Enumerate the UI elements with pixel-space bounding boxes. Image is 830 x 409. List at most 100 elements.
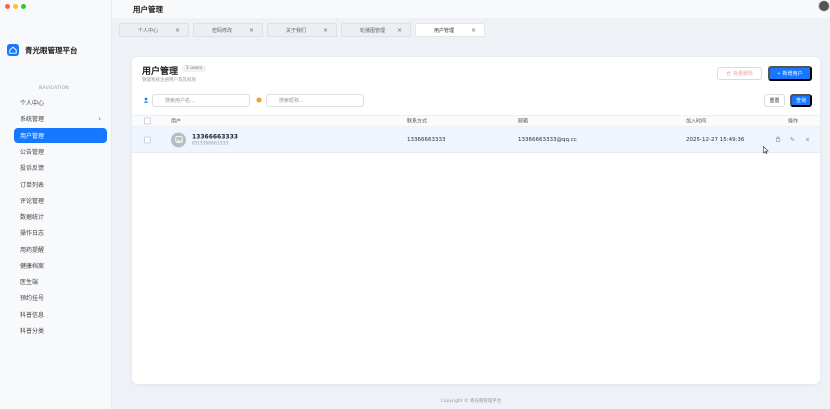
reset-button[interactable]: 重置	[764, 94, 785, 107]
avatar	[171, 132, 186, 147]
header-phone: 联系方式	[407, 118, 428, 125]
tab-carousel[interactable]: 轮播图管理 ×	[341, 23, 411, 37]
sidebar-item-label: 预约挂号	[20, 295, 45, 303]
minimize-window-button[interactable]	[13, 4, 18, 9]
close-icon[interactable]: ×	[323, 27, 328, 34]
sidebar-item-label: 个人中心	[20, 100, 45, 108]
row-checkbox[interactable]	[144, 136, 151, 143]
tab-label: 用户管理	[434, 27, 455, 34]
sidebar-item-health-records[interactable]: 健康档案	[14, 258, 107, 273]
nickname-search-placeholder: 搜索昵称...	[279, 98, 304, 104]
sidebar-item-label: 数据统计	[20, 214, 45, 222]
sidebar-item-label: 投诉反馈	[20, 165, 45, 173]
close-icon[interactable]: ×	[249, 27, 254, 34]
user-icon	[143, 97, 149, 103]
sidebar-item-profile[interactable]: 个人中心	[14, 95, 107, 110]
sidebar-item-label: 公告管理	[20, 148, 45, 156]
sidebar-item-users[interactable]: 用户管理	[14, 127, 107, 143]
sidebar-item-label: 医生端	[20, 279, 39, 287]
trash-icon	[726, 71, 731, 76]
footer-copyright: Copyright © 青光眼管理平台	[440, 399, 502, 404]
sidebar-item-logs[interactable]: 操作日志	[14, 225, 107, 240]
card-title: 用户管理	[142, 67, 179, 77]
close-icon[interactable]: ×	[471, 27, 476, 34]
close-window-button[interactable]	[5, 4, 10, 9]
tab-bar: 个人中心 × 密码修改 × 关于我们 × 轮播图管理 × 用户管理 ×	[112, 23, 485, 37]
sidebar-nav: 个人中心 系统管理 › 用户管理 公告管理 投诉反馈 订单列表 评论管理 数据统计…	[0, 95, 112, 339]
sidebar-item-label: 健康档案	[20, 262, 45, 270]
tab-label: 轮播图管理	[360, 27, 386, 34]
sidebar-item-orders[interactable]: 订单列表	[14, 176, 107, 191]
add-user-button[interactable]: + 新增用户	[768, 66, 812, 81]
tab-users[interactable]: 用户管理 ×	[415, 23, 485, 37]
card-subtitle: 管理系统注册用户及其权限	[142, 78, 196, 83]
close-icon[interactable]: ×	[397, 27, 402, 34]
sidebar-item-medication[interactable]: 用药提醒	[14, 242, 107, 257]
sidebar-item-comments[interactable]: 评论管理	[14, 193, 107, 208]
header-email: 邮箱	[518, 118, 529, 125]
tab-profile[interactable]: 个人中心 ×	[119, 23, 189, 37]
sidebar-item-appointments[interactable]: 预约挂号	[14, 290, 107, 305]
page-title: 用户管理	[133, 5, 163, 14]
query-button[interactable]: 查询	[790, 94, 812, 107]
user-management-card: 用户管理 1 users 管理系统注册用户及其权限 批量删除 + 新增用户 搜索…	[132, 57, 820, 384]
window-controls	[5, 4, 26, 9]
phone: 13366663333	[407, 136, 446, 143]
batch-delete-button[interactable]: 批量删除	[717, 67, 762, 80]
user-info: 13366663333 ID13366663333	[192, 133, 238, 146]
sidebar: 青光眼管理平台 NAVIGATION 个人中心 系统管理 › 用户管理 公告管理 …	[0, 0, 112, 409]
home-icon	[7, 44, 19, 56]
tab-label: 密码修改	[212, 27, 233, 34]
sidebar-item-label: 评论管理	[20, 197, 45, 205]
sidebar-item-science-info[interactable]: 科普信息	[14, 307, 107, 322]
edit-icon[interactable]: ✎	[790, 136, 795, 143]
sidebar-item-notices[interactable]: 公告管理	[14, 144, 107, 159]
top-bar: 用户管理	[112, 0, 830, 18]
email: 13366663333@qq.cc	[518, 136, 577, 143]
sidebar-item-label: 用药提醒	[20, 246, 45, 254]
batch-delete-label: 批量删除	[732, 71, 753, 77]
plus-icon: +	[777, 70, 781, 77]
table-row[interactable]: 13366663333 ID13366663333 13366663333 13…	[132, 127, 820, 153]
tab-password[interactable]: 密码修改 ×	[193, 23, 263, 37]
search-row: 搜索用户名... 搜索昵称... 重置 查询	[142, 93, 812, 109]
tab-label: 个人中心	[138, 27, 159, 34]
close-icon[interactable]: ×	[175, 27, 180, 34]
header-joined: 加入时间	[686, 118, 707, 125]
sidebar-item-statistics[interactable]: 数据统计	[14, 209, 107, 224]
lock-icon[interactable]	[775, 135, 781, 144]
image-icon	[174, 136, 183, 143]
sidebar-item-label: 系统管理	[20, 116, 45, 124]
username-search-input[interactable]: 搜索用户名...	[152, 94, 250, 107]
sidebar-item-label: 用户管理	[20, 132, 45, 140]
sidebar-item-label: 操作日志	[20, 230, 45, 238]
chevron-right-icon: ›	[98, 114, 101, 123]
header-user: 用户	[171, 118, 182, 125]
tab-about[interactable]: 关于我们 ×	[267, 23, 337, 37]
sidebar-item-science-categories[interactable]: 科普分类	[14, 323, 107, 338]
zoom-window-button[interactable]	[21, 4, 26, 9]
username: 13366663333	[192, 133, 238, 140]
sidebar-item-feedback[interactable]: 投诉反馈	[14, 160, 107, 175]
avatar[interactable]	[818, 0, 830, 12]
brand[interactable]: 青光眼管理平台	[7, 44, 78, 56]
add-user-label: 新增用户	[782, 71, 803, 77]
brand-name: 青光眼管理平台	[25, 45, 78, 55]
cursor-icon	[763, 146, 769, 154]
joined-time: 2025-12-27 15:49:36	[686, 136, 745, 143]
tab-label: 关于我们	[286, 27, 307, 34]
username-search-placeholder: 搜索用户名...	[165, 98, 195, 104]
user-id: ID13366663333	[192, 141, 229, 146]
select-all-checkbox[interactable]	[144, 117, 151, 125]
delete-icon[interactable]: ×	[805, 136, 810, 143]
header-actions: 操作	[788, 118, 799, 125]
user-count-badge: 1 users	[182, 65, 207, 72]
users-table: 用户 联系方式 邮箱 加入时间 操作 13366663333 ID1336666…	[132, 115, 820, 153]
nickname-search-input[interactable]: 搜索昵称...	[266, 94, 364, 107]
sidebar-item-doctors[interactable]: 医生端	[14, 274, 107, 289]
sidebar-item-system[interactable]: 系统管理 ›	[14, 111, 107, 126]
sidebar-item-label: 科普信息	[20, 311, 45, 319]
sidebar-item-label: 科普分类	[20, 328, 45, 336]
smile-icon	[256, 97, 262, 103]
table-header: 用户 联系方式 邮箱 加入时间 操作	[132, 115, 820, 127]
